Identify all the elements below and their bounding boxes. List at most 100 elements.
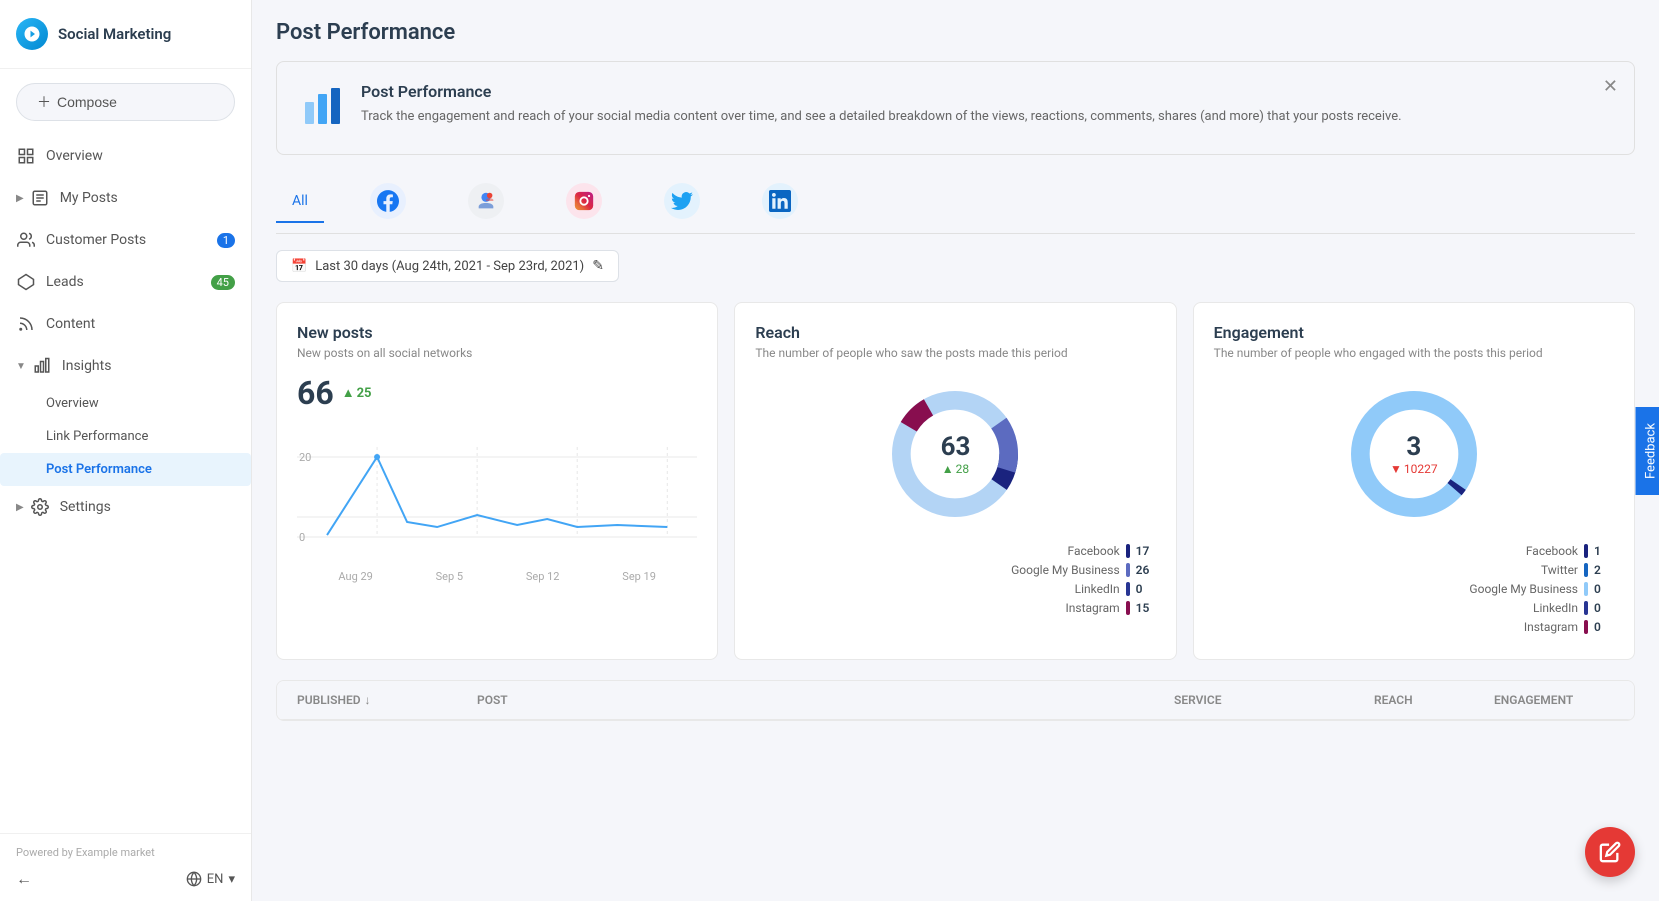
new-posts-chart: 20 0 Aug 29 Sep 5 Sep 12 Sep 19 [297, 422, 697, 562]
tab-instagram[interactable] [550, 175, 618, 233]
new-posts-change: ▲ 25 [342, 385, 372, 401]
stats-grid: New posts New posts on all social networ… [276, 302, 1635, 660]
legend-row: Instagram 0 [1214, 620, 1614, 634]
compose-button[interactable]: ＋ Compose [16, 83, 235, 121]
sidebar-item-settings[interactable]: ▶ Settings [0, 486, 251, 528]
sidebar-item-my-posts[interactable]: ▶ My Posts [0, 177, 251, 219]
instagram-icon [566, 183, 602, 219]
tab-facebook[interactable] [354, 175, 422, 233]
legend-color [1126, 563, 1130, 577]
main-content: Post Performance Post Performance Track … [252, 0, 1659, 901]
new-posts-card: New posts New posts on all social networ… [276, 302, 718, 660]
tab-google[interactable] [452, 175, 520, 233]
sort-icon: ↓ [365, 693, 371, 707]
legend-row: Google My Business 0 [1214, 582, 1614, 596]
legend-color [1584, 601, 1588, 615]
legend-row: Facebook 17 [755, 544, 1155, 558]
legend-row: LinkedIn 0 [755, 582, 1155, 596]
tab-linkedin[interactable] [746, 175, 814, 233]
arrow-down-icon: ▼ [16, 361, 26, 372]
date-filter[interactable]: 📅 Last 30 days (Aug 24th, 2021 - Sep 23r… [276, 250, 619, 282]
legend-row: Instagram 15 [755, 601, 1155, 615]
language-selector[interactable]: EN ▾ [186, 871, 235, 887]
customer-posts-badge: 1 [217, 233, 235, 248]
new-posts-title: New posts [297, 323, 697, 342]
facebook-icon [370, 183, 406, 219]
app-logo [16, 18, 48, 50]
plus-icon: ＋ [37, 92, 51, 112]
users-icon [16, 230, 36, 250]
th-reach: Reach [1374, 693, 1494, 707]
sidebar-item-overview[interactable]: Overview [0, 135, 251, 177]
back-icon[interactable]: ← [16, 869, 32, 889]
file-text-icon [30, 188, 50, 208]
reach-center: 63 ▲ 28 [941, 432, 971, 476]
banner-close-button[interactable]: ✕ [1603, 76, 1618, 97]
banner-content: Post Performance Track the engagement an… [361, 82, 1402, 127]
sidebar-sub-item-link-performance[interactable]: Link Performance [0, 420, 251, 453]
sidebar-header: Social Marketing [0, 0, 251, 69]
legend-color [1584, 582, 1588, 596]
th-engagement: Engagement [1494, 693, 1614, 707]
engagement-donut: 3 ▼ 10227 Facebook 1 Twitter [1214, 374, 1614, 639]
sidebar-sub-item-overview[interactable]: Overview [0, 387, 251, 420]
new-posts-value: 66 ▲ 25 [297, 374, 697, 412]
hexagon-icon [16, 272, 36, 292]
google-my-business-icon [468, 183, 504, 219]
reach-subtitle: The number of people who saw the posts m… [755, 346, 1155, 360]
banner-description: Track the engagement and reach of your s… [361, 107, 1402, 127]
legend-color [1126, 544, 1130, 558]
new-posts-subtitle: New posts on all social networks [297, 346, 697, 360]
legend-color [1584, 563, 1588, 577]
powered-by-text: Powered by Example market [16, 846, 235, 859]
sidebar-footer: Powered by Example market ← EN ▾ [0, 833, 251, 901]
legend-row: Google My Business 26 [755, 563, 1155, 577]
reach-card: Reach The number of people who saw the p… [734, 302, 1176, 660]
engagement-subtitle: The number of people who engaged with th… [1214, 346, 1614, 360]
legend-color [1126, 582, 1130, 596]
arrow-right-icon: ▶ [16, 193, 24, 204]
posts-table: Published ↓ Post Service Reach Engagemen… [276, 680, 1635, 721]
reach-legend: Facebook 17 Google My Business 26 Linked… [755, 544, 1155, 620]
legend-row: Facebook 1 [1214, 544, 1614, 558]
legend-row: Twitter 2 [1214, 563, 1614, 577]
sidebar-item-leads[interactable]: Leads 45 [0, 261, 251, 303]
fab-edit-button[interactable] [1585, 827, 1635, 877]
th-published[interactable]: Published ↓ [297, 693, 477, 707]
sidebar-sub-item-post-performance[interactable]: Post Performance [0, 453, 251, 486]
sidebar-item-content[interactable]: Content [0, 303, 251, 345]
arrow-right-icon-settings: ▶ [16, 502, 24, 513]
app-title: Social Marketing [58, 25, 171, 43]
linkedin-icon [762, 183, 798, 219]
edit-icon: ✎ [592, 258, 604, 274]
engagement-donut-wrapper: 3 ▼ 10227 [1344, 384, 1484, 524]
banner-icon [301, 86, 345, 134]
legend-color [1584, 544, 1588, 558]
legend-color [1126, 601, 1130, 615]
svg-text:0: 0 [299, 531, 305, 544]
chart-x-labels: Aug 29 Sep 5 Sep 12 Sep 19 [297, 570, 697, 583]
calendar-icon: 📅 [291, 259, 307, 274]
twitter-icon [664, 183, 700, 219]
feedback-tab[interactable]: Feedback [1636, 407, 1659, 495]
sidebar: Social Marketing ＋ Compose Overview ▶ My… [0, 0, 252, 901]
legend-row: LinkedIn 0 [1214, 601, 1614, 615]
leads-badge: 45 [211, 275, 235, 290]
engagement-legend: Facebook 1 Twitter 2 Google My Business … [1214, 544, 1614, 639]
reach-donut-wrapper: 63 ▲ 28 [885, 384, 1025, 524]
th-post: Post [477, 693, 1174, 707]
reach-donut: 63 ▲ 28 Facebook 17 Google My Business [755, 374, 1155, 620]
info-banner: Post Performance Track the engagement an… [276, 61, 1635, 155]
page-title: Post Performance [276, 20, 1635, 45]
tab-twitter[interactable] [648, 175, 716, 233]
sidebar-item-insights[interactable]: ▼ Insights [0, 345, 251, 387]
social-tabs: All [276, 175, 1635, 234]
reach-title: Reach [755, 323, 1155, 342]
lang-row: ← EN ▾ [16, 869, 235, 889]
svg-text:20: 20 [299, 451, 311, 464]
tab-all[interactable]: All [276, 185, 324, 223]
reach-change: ▲ 28 [941, 462, 971, 476]
sidebar-item-customer-posts[interactable]: Customer Posts 1 [0, 219, 251, 261]
globe-icon [186, 871, 202, 887]
engagement-title: Engagement [1214, 323, 1614, 342]
